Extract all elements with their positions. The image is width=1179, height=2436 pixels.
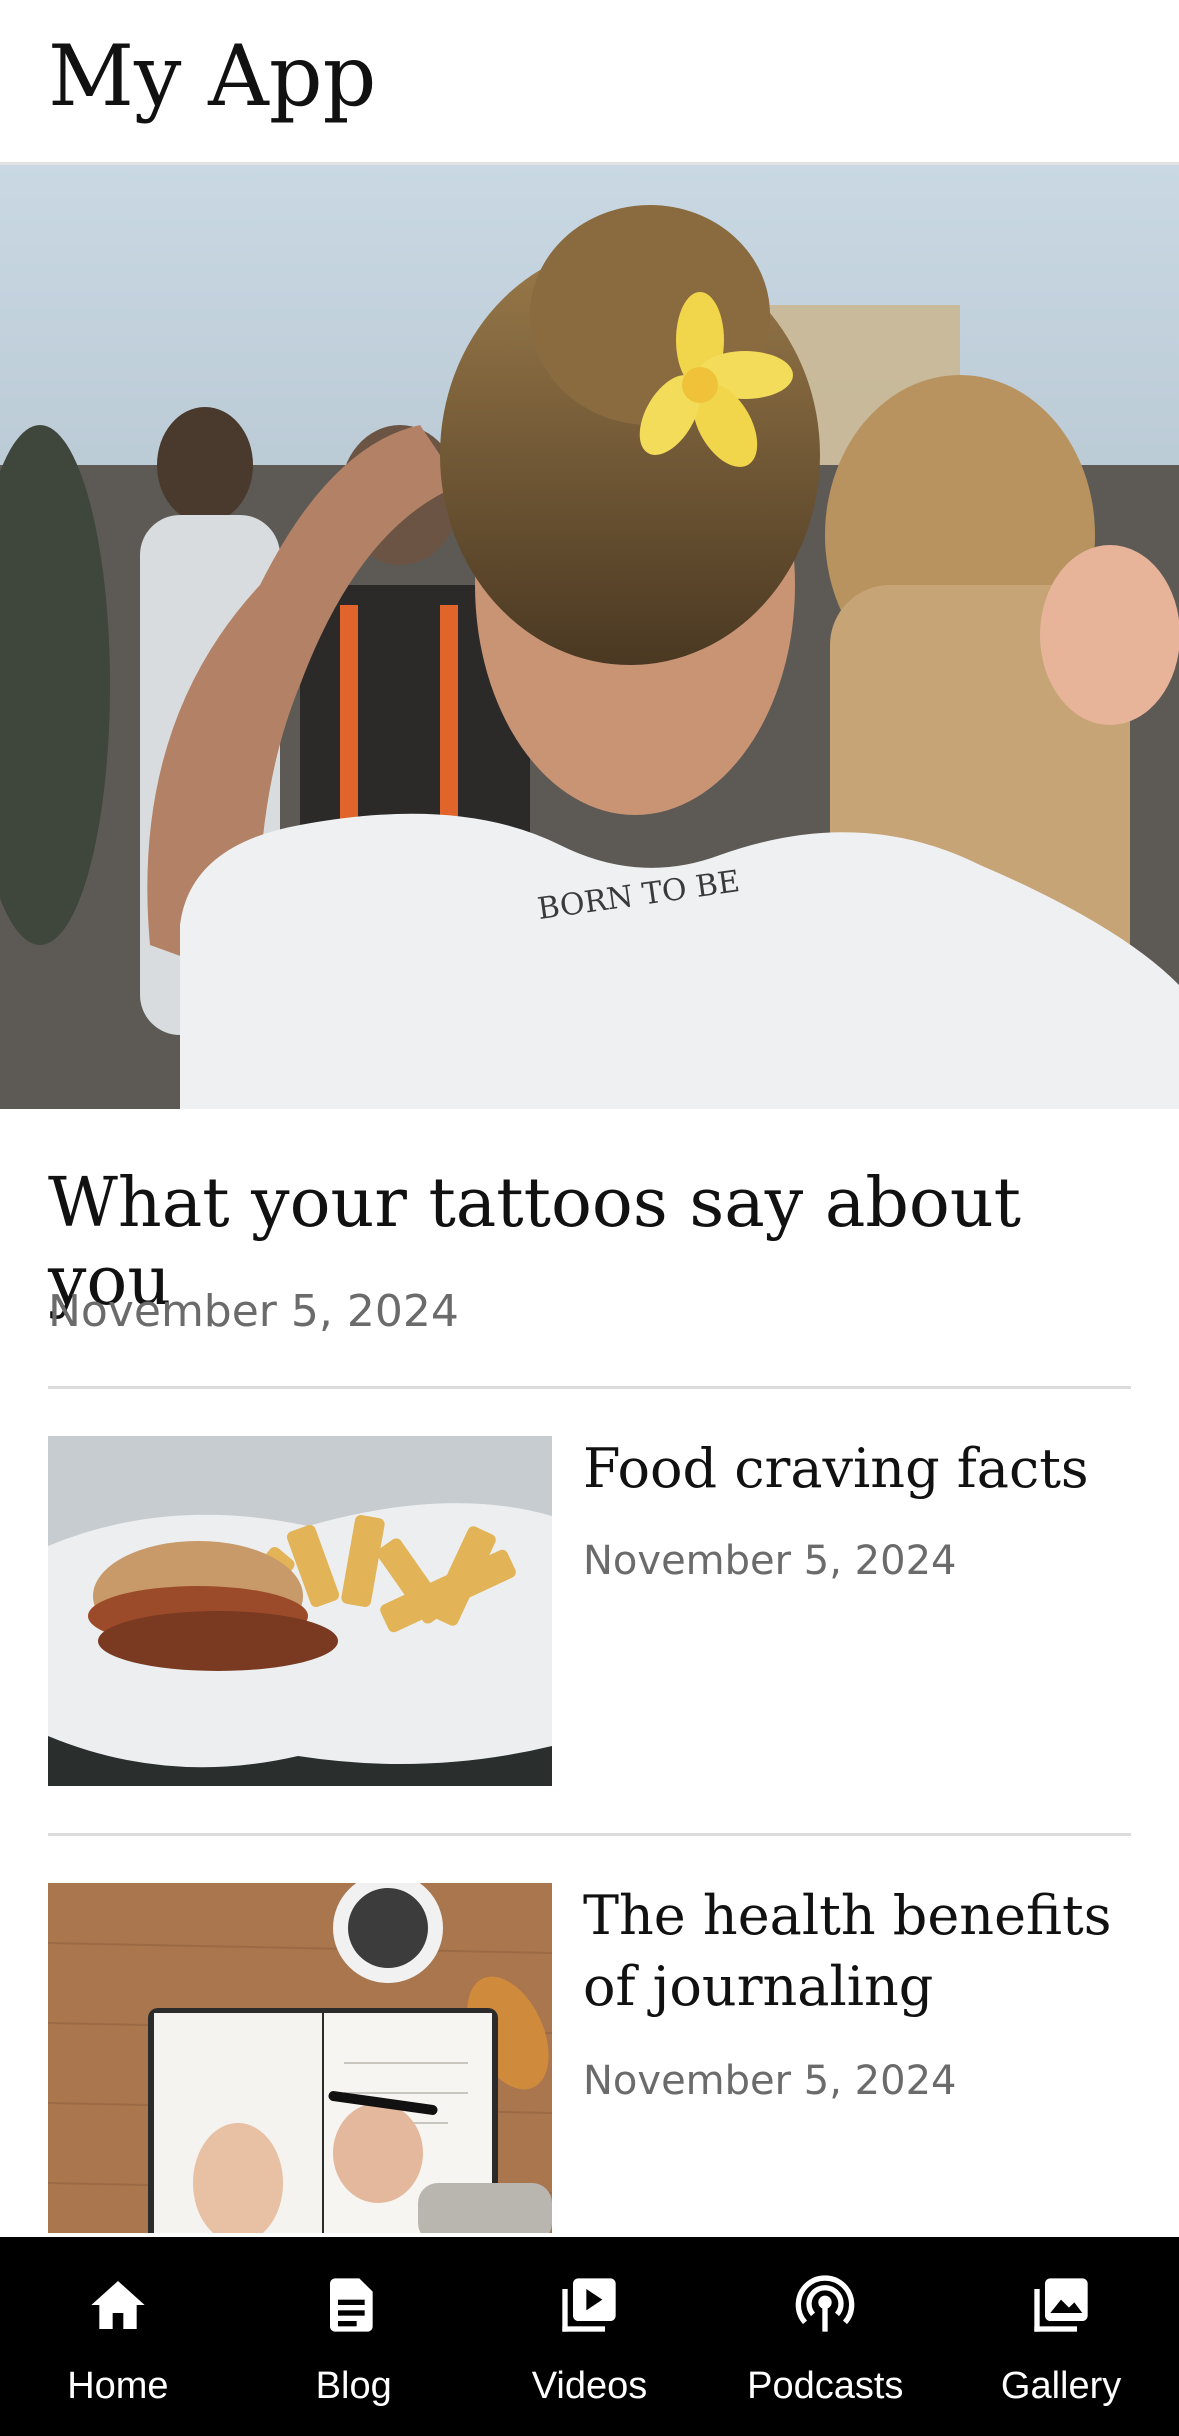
tab-label: Gallery — [1000, 2365, 1122, 2407]
divider — [48, 1833, 1131, 1836]
featured-photo: BORN TO BE — [0, 165, 1179, 1109]
burger-photo — [48, 1436, 552, 1786]
tab-blog[interactable]: Blog — [236, 2237, 472, 2436]
podcasts-icon — [796, 2275, 855, 2332]
tab-label: Videos — [531, 2365, 648, 2407]
article-title[interactable]: Food craving facts — [583, 1433, 1143, 1504]
app-title: My App — [48, 27, 377, 125]
videos-icon — [562, 2278, 617, 2332]
tab-gallery[interactable]: Gallery — [943, 2237, 1179, 2436]
tab-label: Blog — [315, 2365, 392, 2407]
tab-home[interactable]: Home — [0, 2237, 236, 2436]
home-icon — [91, 2281, 145, 2329]
divider — [48, 1386, 1131, 1389]
featured-article-date: November 5, 2024 — [48, 1286, 459, 1337]
blog-icon — [329, 2278, 373, 2332]
tab-videos[interactable]: Videos — [472, 2237, 708, 2436]
article-thumbnail-food[interactable] — [48, 1436, 552, 1786]
app-header: My App — [0, 0, 1179, 165]
article-title[interactable]: The health benefits of journaling — [583, 1880, 1143, 2023]
bottom-tab-bar: Home Blog Videos Podcasts Gallery — [0, 2237, 1179, 2436]
article-date: November 5, 2024 — [583, 1538, 957, 1584]
article-thumbnail-journal[interactable] — [48, 1883, 552, 2233]
featured-article-image[interactable]: BORN TO BE — [0, 165, 1179, 1109]
tab-label: Podcasts — [747, 2365, 904, 2407]
journal-photo — [48, 1883, 552, 2233]
gallery-icon — [1034, 2278, 1088, 2332]
tab-label: Home — [67, 2365, 169, 2407]
article-date: November 5, 2024 — [583, 2058, 957, 2104]
tab-podcasts[interactable]: Podcasts — [707, 2237, 943, 2436]
